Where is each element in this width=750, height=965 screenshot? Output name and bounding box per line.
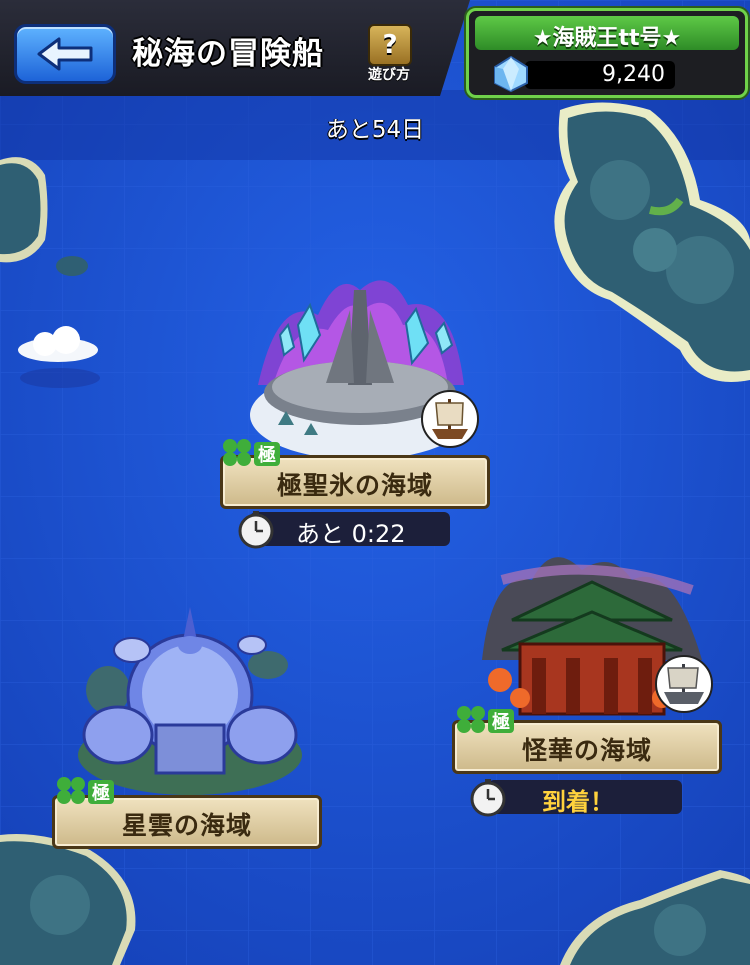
question-icon: ? xyxy=(368,24,412,66)
svg-text:極: 極 xyxy=(92,782,110,804)
player-panel: ★海賊王tt号★ 9,240 xyxy=(466,8,748,98)
help-label: 遊び方 xyxy=(368,67,410,83)
remaining-days: あと54日 xyxy=(325,117,425,143)
back-arrow-icon xyxy=(37,37,93,71)
page-title: 秘海の冒険船 xyxy=(132,36,324,72)
area-flower-sea-name: 怪華の海域 xyxy=(521,736,652,765)
area-ice-sea-name: 極聖氷の海域 xyxy=(276,471,433,500)
area-flower-sea-timer: 到着！ xyxy=(488,780,682,816)
ship-icon xyxy=(655,655,713,713)
area-flower-sea-status: 到着！ xyxy=(542,788,614,816)
clover-icon: 極 xyxy=(223,439,280,466)
gem-count-box: 9,240 xyxy=(525,61,675,89)
clover-badge: 極 xyxy=(454,702,516,736)
area-nebula-sea[interactable]: 星雲の海域 極 xyxy=(52,605,322,850)
nebula-island-illustration xyxy=(78,607,302,795)
area-ice-sea[interactable]: 極聖氷の海域 極 あと 0:22 xyxy=(220,265,490,555)
clover-badge: 極 xyxy=(220,435,282,469)
area-ice-sea-timer: あと 0:22 xyxy=(250,512,450,548)
player-name-bar: ★海賊王tt号★ xyxy=(475,16,739,51)
stopwatch-icon xyxy=(470,779,506,817)
player-name: ★海賊王tt号★ xyxy=(532,26,682,51)
area-nebula-sea-name: 星雲の海域 xyxy=(121,811,252,840)
svg-text:極: 極 xyxy=(258,444,276,466)
help-button[interactable]: ? 遊び方 xyxy=(358,24,420,86)
gem-count: 9,240 xyxy=(602,62,665,87)
clover-icon: 極 xyxy=(57,777,114,804)
svg-text:極: 極 xyxy=(492,711,510,733)
orb-gem-icon xyxy=(494,55,528,93)
stopwatch-icon xyxy=(238,511,274,549)
back-button[interactable] xyxy=(14,24,116,84)
ship-icon xyxy=(421,390,479,448)
clover-icon: 極 xyxy=(457,706,514,733)
clover-badge: 極 xyxy=(54,773,116,807)
area-ice-sea-timer-text: あと 0:22 xyxy=(296,520,406,548)
area-flower-sea[interactable]: 怪華の海域 極 到着！ xyxy=(452,540,722,830)
